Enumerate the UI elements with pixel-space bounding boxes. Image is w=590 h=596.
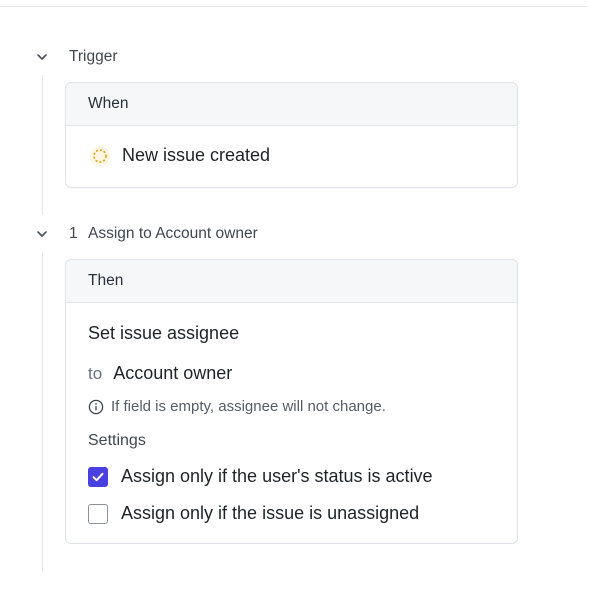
active-status-label: Assign only if the user's status is acti… [121,466,433,486]
info-icon [88,399,104,415]
to-label: to [88,364,103,383]
trigger-card-header: When [66,83,517,126]
step-number: 1 [69,225,78,242]
option-unassigned[interactable]: Assign only if the issue is unassigned [88,503,419,524]
trigger-event[interactable]: New issue created [90,145,270,166]
trigger-collapse-chevron-down-icon[interactable] [35,50,49,64]
action-card: Then Set issue assignee to Account owner… [65,259,518,544]
assignee-value: Account owner [113,363,233,383]
action-title: Set issue assignee [88,323,240,343]
step-rail [42,253,43,571]
step-collapse-chevron-down-icon[interactable] [35,227,49,241]
trigger-rail [42,75,43,215]
spinner-icon [90,145,110,166]
trigger-event-label: New issue created [122,145,271,165]
option-active-status[interactable]: Assign only if the user's status is acti… [88,466,433,487]
step-section-title: Assign to Account owner [88,225,258,242]
empty-field-hint: If field is empty, assignee will not cha… [88,398,386,415]
active-status-checkbox[interactable] [88,466,108,487]
check-icon [92,472,104,481]
hint-text: If field is empty, assignee will not cha… [111,398,386,415]
trigger-section-title: Trigger [69,48,118,65]
settings-label: Settings [88,432,146,449]
assignee-target[interactable]: to Account owner [88,363,232,384]
unassigned-label: Assign only if the issue is unassigned [121,503,420,523]
action-card-header: Then [66,260,517,303]
top-divider [0,6,588,7]
trigger-card: When New issue created [65,82,518,188]
unassigned-checkbox[interactable] [88,503,108,524]
